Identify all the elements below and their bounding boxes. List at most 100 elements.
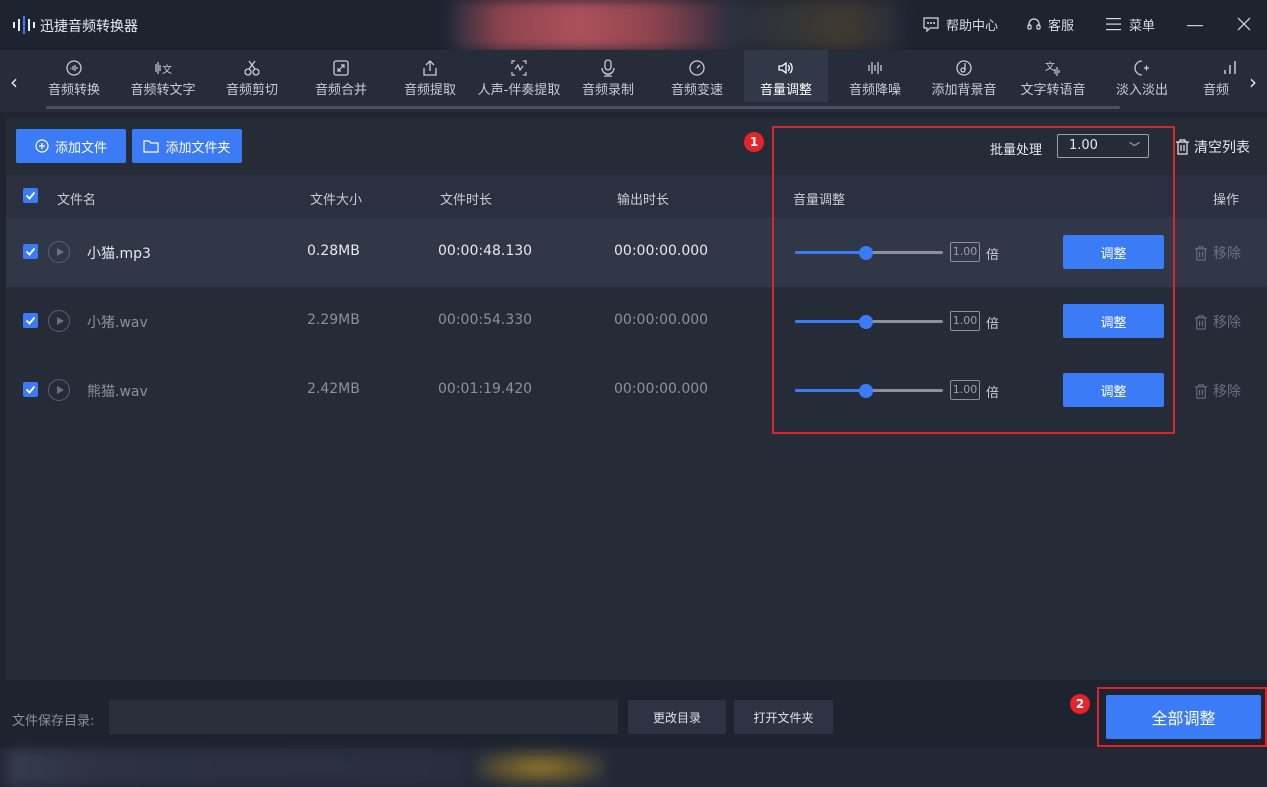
save-directory-label: 文件保存目录: — [12, 710, 94, 729]
text-to-speech-icon: 文 — [1044, 59, 1062, 77]
add-circle-icon — [35, 139, 49, 153]
add-file-button[interactable]: 添加文件 — [16, 129, 126, 163]
trash-icon — [1194, 246, 1208, 261]
header-file-duration: 文件时长 — [440, 189, 492, 208]
remove-button[interactable]: 移除 — [1194, 381, 1241, 401]
blurred-region — [475, 750, 605, 785]
file-name: 小猪.wav — [87, 312, 148, 332]
trash-icon — [1194, 384, 1208, 399]
remove-label: 移除 — [1213, 243, 1241, 263]
tab-label: 文字转语音 — [1011, 79, 1095, 98]
tab-audio-extract[interactable]: 音频提取 — [388, 50, 472, 102]
tab-label: 添加背景音 — [922, 79, 1006, 98]
app-title: 迅捷音频转换器 — [40, 16, 138, 36]
play-icon[interactable] — [48, 379, 70, 401]
tabs-scrollbar[interactable] — [46, 106, 1120, 109]
tab-fade[interactable]: 淡入淡出 — [1100, 50, 1184, 102]
tab-audio-convert[interactable]: 音频转换 — [32, 50, 116, 102]
folder-icon — [143, 139, 159, 153]
tabs-scroll-left-icon[interactable]: ‹ — [6, 70, 22, 94]
annotation-badge-2: 2 — [1070, 694, 1090, 714]
file-size: 0.28MB — [307, 243, 360, 259]
file-name: 小猫.mp3 — [87, 243, 151, 263]
trash-icon — [1175, 139, 1190, 155]
tab-label: 淡入淡出 — [1100, 79, 1184, 98]
file-name: 熊猫.wav — [87, 381, 148, 401]
extract-icon — [421, 59, 439, 77]
row-checkbox[interactable] — [23, 244, 38, 259]
output-duration: 00:00:00.000 — [614, 243, 708, 259]
tab-label: 音频转文字 — [121, 79, 205, 98]
fade-icon — [1133, 59, 1151, 77]
clear-list-label: 清空列表 — [1194, 137, 1250, 157]
app-logo-icon — [10, 15, 38, 35]
tab-speech-to-text[interactable]: 文 音频转文字 — [121, 50, 205, 102]
help-center-button[interactable]: 帮助中心 — [922, 14, 998, 34]
tab-audio-record[interactable]: 音频录制 — [566, 50, 650, 102]
tab-label: 音频合并 — [299, 79, 383, 98]
svg-text:文: 文 — [1045, 60, 1055, 73]
output-duration: 00:00:00.000 — [614, 381, 708, 397]
file-size: 2.42MB — [307, 381, 360, 397]
row-checkbox[interactable] — [23, 313, 38, 328]
remove-label: 移除 — [1213, 381, 1241, 401]
menu-label: 菜单 — [1129, 15, 1155, 34]
check-icon — [25, 384, 36, 395]
file-duration: 00:00:48.130 — [438, 243, 532, 259]
close-icon[interactable] — [1236, 16, 1252, 32]
play-icon[interactable] — [48, 241, 70, 263]
save-directory-input[interactable] — [109, 700, 618, 734]
tab-text-to-speech[interactable]: 文 文字转语音 — [1011, 50, 1095, 102]
minimize-icon[interactable] — [1186, 17, 1204, 33]
microphone-icon — [599, 59, 617, 77]
vocal-separate-icon — [510, 59, 528, 77]
check-icon — [25, 315, 36, 326]
tab-audio-speed[interactable]: 音频变速 — [655, 50, 739, 102]
blurred-region — [8, 750, 468, 785]
tab-vocal-separate[interactable]: 人声-伴奏提取 — [477, 50, 561, 102]
header-file-size: 文件大小 — [310, 189, 362, 208]
tab-label: 音频 — [1189, 79, 1241, 98]
menu-button[interactable]: 菜单 — [1105, 14, 1155, 34]
trash-icon — [1194, 315, 1208, 330]
add-file-label: 添加文件 — [55, 137, 107, 156]
check-icon — [25, 190, 36, 201]
svg-text:文: 文 — [162, 63, 172, 76]
row-checkbox[interactable] — [23, 382, 38, 397]
customer-service-button[interactable]: 客服 — [1026, 14, 1074, 34]
remove-label: 移除 — [1213, 312, 1241, 332]
play-icon[interactable] — [48, 310, 70, 332]
tab-volume-adjust[interactable]: 音量调整 — [744, 50, 828, 102]
check-icon — [25, 246, 36, 257]
menu-icon — [1105, 16, 1123, 32]
add-folder-button[interactable]: 添加文件夹 — [132, 129, 242, 163]
remove-button[interactable]: 移除 — [1194, 312, 1241, 332]
blurred-region — [450, 0, 740, 50]
tab-label: 音频录制 — [566, 79, 650, 98]
help-center-label: 帮助中心 — [946, 15, 998, 34]
file-size: 2.29MB — [307, 312, 360, 328]
select-all-checkbox[interactable] — [23, 188, 38, 203]
tab-label: 音量调整 — [744, 79, 828, 98]
remove-button[interactable]: 移除 — [1194, 243, 1241, 263]
speech-to-text-icon: 文 — [154, 59, 172, 77]
file-duration: 00:00:54.330 — [438, 312, 532, 328]
tab-background-music[interactable]: 添加背景音 — [922, 50, 1006, 102]
tab-audio-cut[interactable]: 音频剪切 — [210, 50, 294, 102]
clear-list-button[interactable]: 清空列表 — [1175, 137, 1250, 157]
annotation-badge-1: 1 — [744, 132, 764, 152]
header-actions: 操作 — [1213, 189, 1239, 208]
tab-label: 人声-伴奏提取 — [477, 79, 561, 98]
audio-convert-icon — [65, 59, 83, 77]
change-directory-button[interactable]: 更改目录 — [628, 700, 726, 734]
tab-label: 音频变速 — [655, 79, 739, 98]
tab-audio-merge[interactable]: 音频合并 — [299, 50, 383, 102]
denoise-icon — [866, 59, 884, 77]
tab-audio-eq[interactable]: 音频 — [1189, 50, 1241, 102]
tabs-scroll-right-icon[interactable]: › — [1245, 70, 1261, 94]
tab-audio-denoise[interactable]: 音频降噪 — [833, 50, 917, 102]
customer-service-label: 客服 — [1048, 15, 1074, 34]
volume-icon — [777, 59, 795, 77]
equalizer-icon — [1221, 59, 1239, 77]
open-folder-button[interactable]: 打开文件夹 — [734, 700, 833, 734]
